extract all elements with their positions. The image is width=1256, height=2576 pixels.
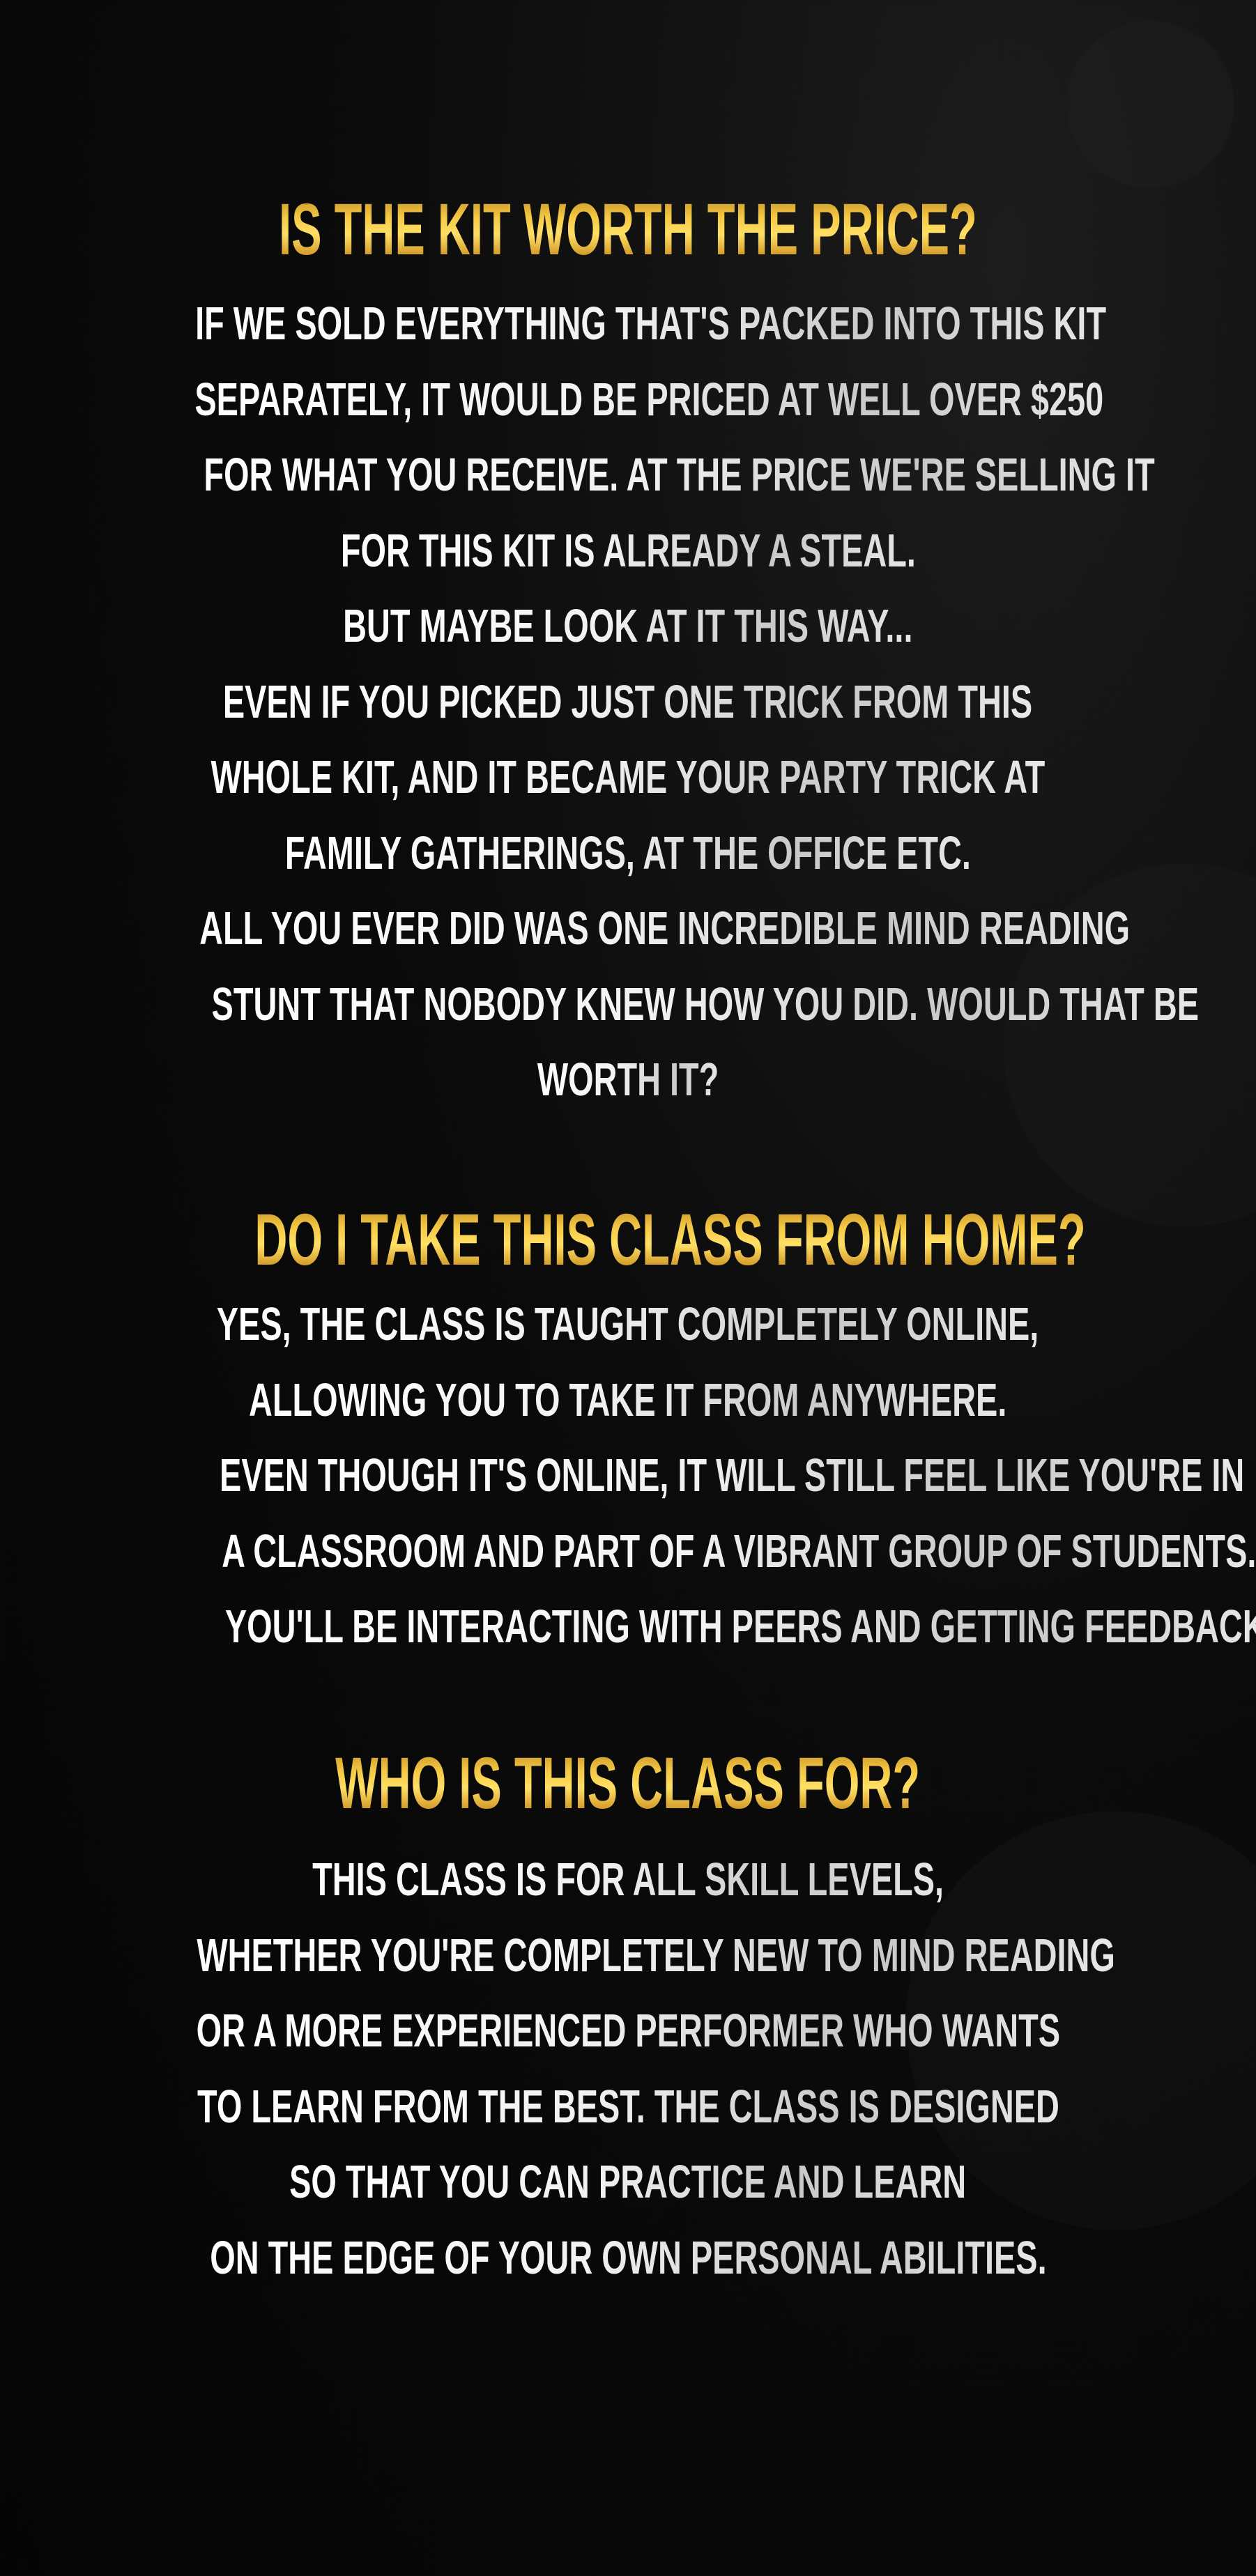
answer-text: FAMILY GATHERINGS, AT THE OFFICE ETC. — [284, 826, 972, 879]
faq-answer-line: YES, THE CLASS IS TAUGHT COMPLETELY ONLI… — [0, 1297, 1256, 1351]
answer-text: BUT MAYBE LOOK AT IT THIS WAY... — [343, 600, 913, 652]
faq-answer-line: A CLASSROOM AND PART OF A VIBRANT GROUP … — [0, 1525, 1256, 1578]
faq-answer-line: THIS CLASS IS FOR ALL SKILL LEVELS, — [0, 1853, 1256, 1906]
faq-answer-line: WHOLE KIT, AND IT BECAME YOUR PARTY TRIC… — [0, 750, 1256, 804]
answer-text: IF WE SOLD EVERYTHING THAT'S PACKED INTO… — [195, 298, 1107, 350]
answer-text: YES, THE CLASS IS TAUGHT COMPLETELY ONLI… — [217, 1298, 1039, 1350]
answer-text: WORTH IT? — [537, 1054, 719, 1106]
faq-answer-line: FAMILY GATHERINGS, AT THE OFFICE ETC. — [0, 826, 1256, 880]
faq-heading: IS THE KIT WORTH THE PRICE? — [0, 188, 1256, 272]
faq-answer-line: TO LEARN FROM THE BEST. THE CLASS IS DES… — [0, 2080, 1256, 2134]
answer-text: SO THAT YOU CAN PRACTICE AND LEARN — [289, 2156, 967, 2208]
faq-heading-text: IS THE KIT WORTH THE PRICE? — [279, 189, 977, 270]
faq-answer-line: ALL YOU EVER DID WAS ONE INCREDIBLE MIND… — [0, 902, 1256, 955]
faq-heading-text: WHO IS THIS CLASS FOR? — [335, 1743, 921, 1824]
answer-text: WHOLE KIT, AND IT BECAME YOUR PARTY TRIC… — [210, 751, 1046, 803]
faq-answer-line: FOR THIS KIT IS ALREADY A STEAL. — [0, 524, 1256, 578]
answer-text: STUNT THAT NOBODY KNEW HOW YOU DID. WOUL… — [211, 978, 1200, 1031]
answer-text: ON THE EDGE OF YOUR OWN PERSONAL ABILITI… — [209, 2231, 1047, 2284]
answer-text: ALL YOU EVER DID WAS ONE INCREDIBLE MIND… — [199, 902, 1131, 955]
answer-text: ALLOWING YOU TO TAKE IT FROM ANYWHERE. — [249, 1373, 1007, 1426]
answer-text: EVEN THOUGH IT'S ONLINE, IT WILL STILL F… — [220, 1449, 1245, 1502]
answer-text: TO LEARN FROM THE BEST. THE CLASS IS DES… — [197, 2080, 1059, 2133]
faq-answer-line: WORTH IT? — [0, 1053, 1256, 1106]
faq-answer-line: STUNT THAT NOBODY KNEW HOW YOU DID. WOUL… — [0, 978, 1256, 1031]
faq-answer-line: SEPARATELY, IT WOULD BE PRICED AT WELL O… — [0, 373, 1256, 426]
faq-answer-line: WHETHER YOU'RE COMPLETELY NEW TO MIND RE… — [0, 1929, 1256, 1982]
faq-answer-line: SO THAT YOU CAN PRACTICE AND LEARN — [0, 2155, 1256, 2209]
answer-text: OR A MORE EXPERIENCED PERFORMER WHO WANT… — [196, 2005, 1060, 2057]
answer-text: A CLASSROOM AND PART OF A VIBRANT GROUP … — [222, 1525, 1256, 1578]
faq-answer-line: BUT MAYBE LOOK AT IT THIS WAY... — [0, 599, 1256, 653]
faq-answer-line: IF WE SOLD EVERYTHING THAT'S PACKED INTO… — [0, 297, 1256, 350]
answer-text: THIS CLASS IS FOR ALL SKILL LEVELS, — [312, 1853, 944, 1906]
answer-text: FOR THIS KIT IS ALREADY A STEAL. — [340, 524, 916, 577]
answer-text: YOU'LL BE INTERACTING WITH PEERS AND GET… — [225, 1600, 1256, 1653]
answer-text: WHETHER YOU'RE COMPLETELY NEW TO MIND RE… — [197, 1929, 1115, 1982]
answer-text: SEPARATELY, IT WOULD BE PRICED AT WELL O… — [194, 373, 1104, 426]
faq-answer-line: EVEN IF YOU PICKED JUST ONE TRICK FROM T… — [0, 675, 1256, 729]
answer-text: FOR WHAT YOU RECEIVE. AT THE PRICE WE'RE… — [204, 449, 1155, 501]
faq-answer-line: YOU'LL BE INTERACTING WITH PEERS AND GET… — [0, 1600, 1256, 1653]
faq-answer-line: EVEN THOUGH IT'S ONLINE, IT WILL STILL F… — [0, 1449, 1256, 1502]
faq-answer-line: FOR WHAT YOU RECEIVE. AT THE PRICE WE'RE… — [0, 448, 1256, 502]
faq-heading: DO I TAKE THIS CLASS FROM HOME? — [0, 1198, 1256, 1282]
faq-answer-line: ON THE EDGE OF YOUR OWN PERSONAL ABILITI… — [0, 2231, 1256, 2285]
faq-heading-text: DO I TAKE THIS CLASS FROM HOME? — [254, 1199, 1086, 1281]
answer-text: EVEN IF YOU PICKED JUST ONE TRICK FROM T… — [223, 675, 1033, 728]
faq-heading: WHO IS THIS CLASS FOR? — [0, 1742, 1256, 1826]
faq-answer-line: ALLOWING YOU TO TAKE IT FROM ANYWHERE. — [0, 1373, 1256, 1427]
faq-answer-line: OR A MORE EXPERIENCED PERFORMER WHO WANT… — [0, 2004, 1256, 2058]
